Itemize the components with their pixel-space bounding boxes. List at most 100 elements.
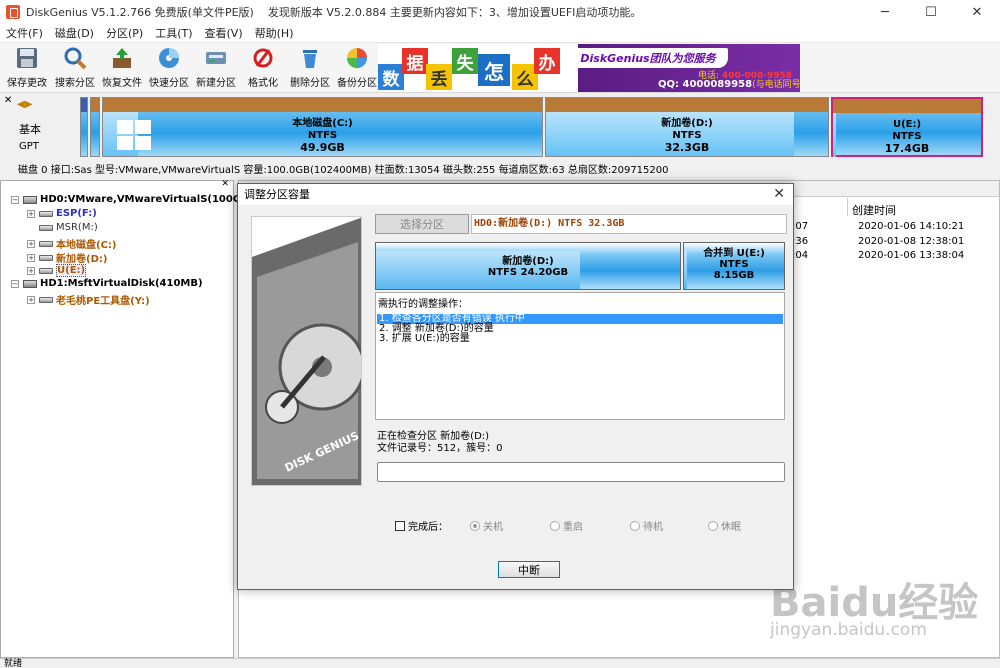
select-partition-button[interactable]: 选择分区 bbox=[375, 214, 469, 234]
partition-icon bbox=[39, 240, 53, 247]
menu-view[interactable]: 查看(V) bbox=[199, 25, 249, 41]
partition-icon bbox=[39, 224, 53, 231]
progress-bar bbox=[377, 462, 785, 482]
list-item[interactable]: 3. 扩展 U(E:)的容量 bbox=[377, 334, 783, 344]
tree-disk0[interactable]: − HD0:VMware,VMwareVirtualS(100GB) bbox=[11, 194, 253, 205]
list-item: :04 bbox=[792, 250, 809, 261]
close-icon[interactable]: ✕ bbox=[4, 95, 12, 106]
promo-banner[interactable]: 数 据 丢 失 怎 么 办 DiskGenius团队为您服务 电话: 400-0… bbox=[378, 44, 800, 92]
partition-icon bbox=[39, 254, 53, 261]
save-changes-button[interactable]: 保存更改 bbox=[4, 45, 50, 91]
new-partition-button[interactable]: 新建分区 bbox=[193, 45, 239, 91]
checkbox-icon bbox=[395, 520, 405, 531]
menu-disk[interactable]: 磁盘(D) bbox=[49, 25, 100, 41]
partition-icon bbox=[39, 296, 53, 303]
operations-list: 需执行的调整操作： 1. 检查各分区是否有错误 执行中 2. 调整 新加卷(D:… bbox=[375, 292, 785, 420]
list-item[interactable]: 2020-01-08 12:38:01 bbox=[858, 236, 964, 247]
list-item[interactable]: 2020-01-06 13:38:04 bbox=[858, 250, 964, 261]
operations-header: 需执行的调整操作： bbox=[378, 299, 468, 310]
radio-hibernate[interactable]: 休眠 bbox=[708, 518, 741, 533]
partition-bar-e[interactable]: U(E:) NTFS 17.4GB bbox=[831, 97, 983, 157]
banner-char: 据 bbox=[402, 48, 428, 74]
collapse-icon: − bbox=[11, 279, 19, 288]
format-button[interactable]: 格式化 bbox=[240, 45, 286, 91]
banner-char: 丢 bbox=[426, 64, 452, 90]
disk-info: 磁盘 0 接口:Sas 型号:VMware,VMwareVirtualS 容量:… bbox=[18, 165, 669, 176]
menu-partition[interactable]: 分区(P) bbox=[100, 25, 149, 41]
magnifier-icon bbox=[61, 45, 89, 71]
trash-icon bbox=[296, 45, 324, 71]
radio-shutdown[interactable]: 关机 bbox=[470, 518, 503, 533]
partition-icon bbox=[39, 267, 53, 274]
search-partition-button[interactable]: 搜索分区 bbox=[52, 45, 98, 91]
disk-nav-arrows-icon[interactable]: ◀▶ bbox=[17, 99, 32, 110]
disc-icon bbox=[155, 45, 183, 71]
banner-char: 怎 bbox=[478, 54, 510, 86]
partition-bar-c[interactable]: 本地磁盘(C:) NTFS 49.9GB bbox=[102, 97, 543, 157]
list-item: :07 bbox=[792, 221, 809, 232]
column-created-time[interactable]: 创建时间 bbox=[852, 202, 896, 218]
menu-file[interactable]: 文件(F) bbox=[0, 25, 49, 41]
quick-partition-button[interactable]: 快速分区 bbox=[146, 45, 192, 91]
banner-char: 数 bbox=[378, 64, 404, 90]
radio-restart[interactable]: 重启 bbox=[550, 518, 583, 533]
maximize-button[interactable]: ☐ bbox=[908, 0, 954, 24]
banner-qq: QQ: 4000089958(与电话同号) bbox=[658, 79, 800, 90]
expand-icon: + bbox=[27, 266, 35, 275]
banner-char: 失 bbox=[452, 48, 478, 74]
tree-partition-y[interactable]: + 老毛桃PE工具盘(Y:) bbox=[27, 292, 150, 307]
dialog-title: 调整分区容量 ✕ bbox=[238, 184, 793, 205]
tree-disk1[interactable]: − HD1:MsftVirtualDisk(410MB) bbox=[11, 278, 203, 289]
after-finish-checkbox[interactable]: 完成后： bbox=[395, 518, 448, 533]
menu-help[interactable]: 帮助(H) bbox=[249, 25, 300, 41]
backup-partition-button[interactable]: 备份分区 bbox=[334, 45, 380, 91]
expand-icon: + bbox=[27, 253, 35, 262]
list-item[interactable]: 2020-01-06 14:10:21 bbox=[858, 221, 964, 232]
tree-partition-esp[interactable]: + ESP(F:) bbox=[27, 208, 97, 219]
title-bar: DiskGenius V5.1.2.766 免费版(单文件PE版) 发现新版本 … bbox=[0, 0, 1000, 24]
banner-slogan: DiskGenius团队为您服务 bbox=[568, 48, 728, 68]
selected-partition-field: HD0:新加卷(D:) NTFS 32.3GB bbox=[471, 214, 787, 234]
hard-drive-illustration-icon: DISK GENIUS bbox=[251, 216, 362, 486]
partition-bar-msr[interactable] bbox=[90, 97, 100, 157]
expand-icon: + bbox=[27, 209, 35, 218]
dialog-close-button[interactable]: ✕ bbox=[773, 184, 785, 205]
minimize-button[interactable]: ─ bbox=[862, 0, 908, 24]
partition-bar-d[interactable]: 新加卷(D:) NTFS 32.3GB bbox=[545, 97, 829, 157]
app-logo-icon bbox=[6, 5, 20, 19]
resize-partition-dialog: 调整分区容量 ✕ DISK GENIUS 选择分区 HD0:新加卷(D:) NT… bbox=[237, 183, 794, 590]
resize-bar-d[interactable]: 新加卷(D:) NTFS 24.20GB bbox=[375, 242, 681, 290]
recover-files-button[interactable]: 恢复文件 bbox=[99, 45, 145, 91]
window-title: DiskGenius V5.1.2.766 免费版(单文件PE版) bbox=[26, 6, 254, 19]
close-button[interactable]: ✕ bbox=[954, 0, 1000, 24]
tree-partition-c[interactable]: + 本地磁盘(C:) bbox=[27, 236, 116, 251]
close-icon[interactable]: ✕ bbox=[221, 179, 229, 189]
tree-partition-d[interactable]: + 新加卷(D:) bbox=[27, 250, 107, 265]
partition-icon bbox=[39, 210, 53, 217]
disk-tree-panel: ✕ − HD0:VMware,VMwareVirtualS(100GB) + ESP… bbox=[0, 179, 253, 658]
new-partition-icon bbox=[202, 45, 230, 71]
hard-disk-icon bbox=[23, 195, 37, 204]
tree-partition-msr[interactable]: MSR(M:) bbox=[27, 222, 98, 233]
radio-standby[interactable]: 待机 bbox=[630, 518, 663, 533]
expand-icon: + bbox=[27, 239, 35, 248]
resize-bar-e[interactable]: 合并到 U(E:) NTFS 8.15GB bbox=[683, 242, 785, 290]
menu-bar: 文件(F) 磁盘(D) 分区(P) 工具(T) 查看(V) 帮助(H) bbox=[0, 24, 1000, 43]
menu-tools[interactable]: 工具(T) bbox=[149, 25, 198, 41]
format-icon bbox=[249, 45, 277, 71]
backup-icon bbox=[343, 45, 371, 71]
disk-type-gpt: GPT bbox=[19, 141, 39, 152]
status-bar: 就绪 bbox=[0, 658, 1000, 668]
expand-icon: + bbox=[27, 295, 35, 304]
save-icon bbox=[13, 45, 41, 71]
tree-partition-e[interactable]: + U(E:) bbox=[27, 264, 87, 277]
disk-type-basic: 基本 bbox=[19, 123, 41, 136]
recover-icon bbox=[108, 45, 136, 71]
collapse-icon: − bbox=[11, 195, 19, 204]
update-notice[interactable]: 发现新版本 V5.2.0.884 主要更新内容如下：3、增加设置UEFI启动项功… bbox=[268, 4, 642, 20]
delete-partition-button[interactable]: 删除分区 bbox=[287, 45, 333, 91]
abort-button[interactable]: 中断 bbox=[498, 561, 560, 578]
list-item: :36 bbox=[792, 236, 809, 247]
banner-char: 办 bbox=[534, 48, 560, 74]
partition-bar-esp[interactable] bbox=[80, 97, 88, 157]
